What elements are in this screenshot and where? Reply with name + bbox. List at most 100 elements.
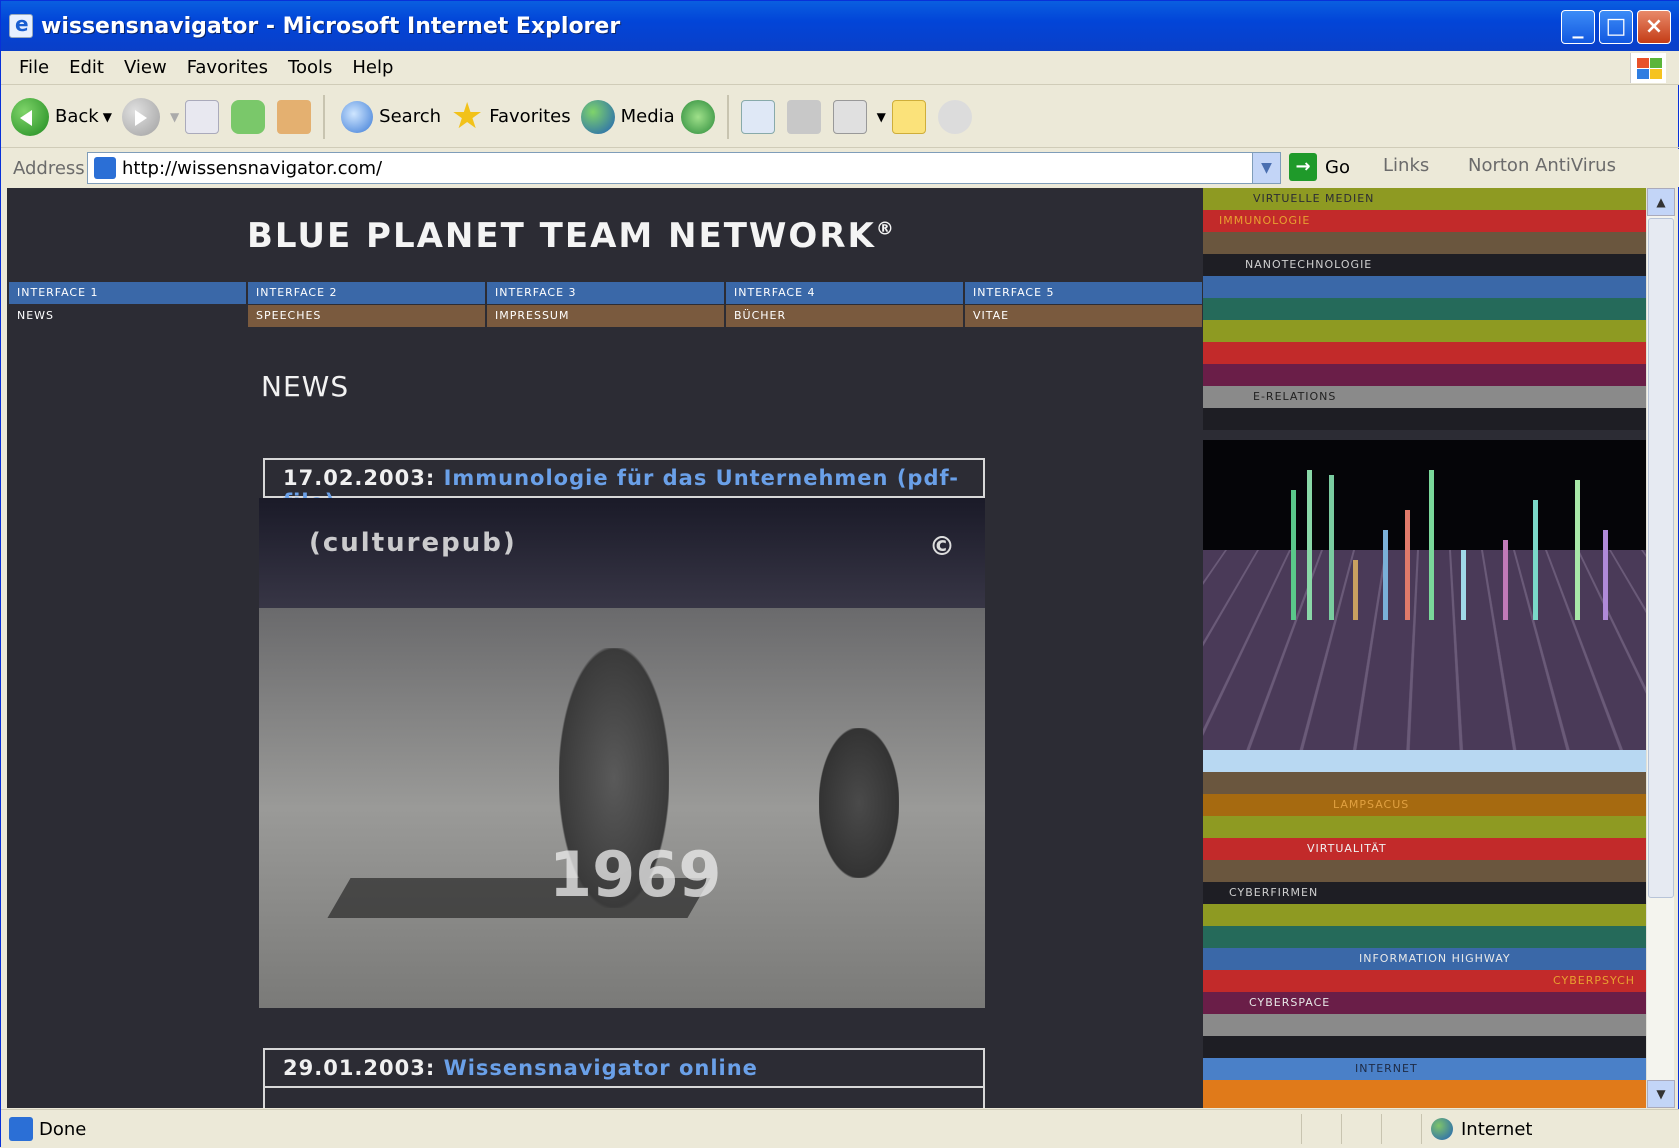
messenger-icon[interactable]	[937, 99, 972, 134]
status-divider	[1381, 1114, 1382, 1144]
video-sky	[259, 498, 985, 618]
nav-interface-4[interactable]: INTERFACE 4	[726, 282, 965, 304]
scroll-up-icon[interactable]: ▲	[1647, 188, 1675, 216]
visual-bar	[1603, 530, 1608, 620]
security-zone: Internet	[1431, 1118, 1532, 1140]
nav-speeches[interactable]: SPEECHES	[248, 305, 487, 327]
toolbar: Back ▼ ▼ Search ★ Favorites Media ▼	[1, 86, 1679, 148]
toolbar-separator	[323, 94, 326, 139]
color-band	[1203, 364, 1646, 386]
media-button[interactable]: Media	[580, 93, 675, 141]
favorites-button[interactable]: ★ Favorites	[451, 93, 571, 141]
visual-bar	[1533, 500, 1538, 620]
visual-bar	[1291, 490, 1296, 620]
topic-lampsacus[interactable]: LAMPSACUS	[1203, 794, 1646, 816]
topic-immunologie[interactable]: IMMUNOLOGIE	[1203, 210, 1646, 232]
address-url[interactable]: http://wissensnavigator.com/	[122, 158, 382, 179]
back-button[interactable]: Back ▼	[11, 93, 112, 141]
edit-icon[interactable]	[832, 99, 867, 134]
registered-mark: ®	[875, 218, 896, 240]
page-content: BLUE PLANET TEAM NETWORK® INTERFACE 1 IN…	[7, 188, 1646, 1108]
notes-icon[interactable]	[891, 99, 926, 134]
menu-edit[interactable]: Edit	[69, 57, 104, 78]
back-arrow-icon	[11, 97, 49, 136]
browser-window: wissensnavigator - Microsoft Internet Ex…	[0, 0, 1679, 1148]
menu-help[interactable]: Help	[352, 57, 393, 78]
scroll-down-icon[interactable]: ▼	[1647, 1080, 1675, 1108]
color-band	[1203, 926, 1646, 948]
zone-label: Internet	[1461, 1118, 1533, 1140]
status-divider	[1341, 1114, 1342, 1144]
forward-dropdown-icon[interactable]: ▼	[170, 110, 179, 124]
vertical-scrollbar[interactable]: ▲ ▼	[1646, 188, 1675, 1108]
status-divider	[1301, 1114, 1302, 1144]
minimize-button[interactable]: _	[1561, 10, 1595, 44]
visual-bar	[1353, 560, 1358, 620]
back-label: Back	[55, 106, 99, 127]
nav-interface-3[interactable]: INTERFACE 3	[487, 282, 726, 304]
color-band	[1203, 816, 1646, 838]
close-button[interactable]: ×	[1637, 10, 1671, 44]
page-icon	[94, 157, 116, 179]
news-link[interactable]: Wissensnavigator online	[444, 1056, 758, 1080]
nav-buecher[interactable]: BÜCHER	[726, 305, 965, 327]
links-button[interactable]: Links	[1383, 155, 1429, 176]
color-band	[1203, 904, 1646, 926]
scroll-thumb[interactable]	[1648, 218, 1674, 898]
nav-interface-2[interactable]: INTERFACE 2	[248, 282, 487, 304]
topic-e-relations[interactable]: E-RELATIONS	[1203, 386, 1646, 408]
nav-news[interactable]: NEWS	[9, 305, 248, 327]
maximize-button[interactable]: □	[1599, 10, 1633, 44]
visual-bar	[1405, 510, 1410, 620]
nav-vitae[interactable]: VITAE	[965, 305, 1204, 327]
topic-cyberfirmen[interactable]: CYBERFIRMEN	[1203, 882, 1646, 904]
topic-internet[interactable]: INTERNET	[1203, 1058, 1646, 1080]
topic-information-highway[interactable]: INFORMATION HIGHWAY	[1203, 948, 1646, 970]
nav-interfaces: INTERFACE 1 INTERFACE 2 INTERFACE 3 INTE…	[9, 282, 1205, 304]
visual-bar	[1329, 475, 1334, 620]
nav-interface-1[interactable]: INTERFACE 1	[9, 282, 248, 304]
nav-impressum[interactable]: IMPRESSUM	[487, 305, 726, 327]
search-button[interactable]: Search	[341, 93, 441, 141]
refresh-icon[interactable]	[231, 99, 266, 134]
topic-nanotechnologie[interactable]: NANOTECHNOLOGIE	[1203, 254, 1646, 276]
menu-bar: File Edit View Favorites Tools Help	[1, 51, 1679, 85]
video-year: 1969	[549, 838, 722, 911]
address-bar: Address http://wissensnavigator.com/ ▼ →…	[1, 149, 1679, 187]
go-button[interactable]: → Go	[1289, 153, 1350, 181]
close-icon: ×	[1644, 14, 1664, 39]
address-dropdown-icon[interactable]: ▼	[1252, 153, 1280, 183]
nav-interface-5[interactable]: INTERFACE 5	[965, 282, 1204, 304]
home-icon[interactable]	[277, 99, 312, 134]
news-item: 29.01.2003: Wissensnavigator online	[263, 1048, 985, 1088]
stop-icon[interactable]	[185, 99, 220, 134]
norton-antivirus-button[interactable]: Norton AntiVirus	[1468, 155, 1616, 176]
video-watermark: ©	[929, 532, 955, 562]
edit-dropdown-icon[interactable]: ▼	[877, 110, 886, 124]
topic-cyberpsych[interactable]: CYBERPSYCH	[1203, 970, 1646, 992]
maximize-icon: □	[1605, 14, 1627, 39]
title-bar: wissensnavigator - Microsoft Internet Ex…	[1, 1, 1679, 51]
page-title: NEWS	[261, 370, 350, 403]
video-player[interactable]: (culturepub) © 1969	[259, 498, 985, 1008]
search-icon	[341, 100, 374, 133]
menu-favorites[interactable]: Favorites	[187, 57, 268, 78]
brand-text: BLUE PLANET TEAM NETWORK	[247, 216, 876, 256]
back-dropdown-icon[interactable]: ▼	[103, 110, 112, 124]
forward-button[interactable]: ▼	[121, 93, 179, 141]
address-input[interactable]: http://wissensnavigator.com/ ▼	[87, 152, 1281, 184]
topic-cyberspace[interactable]: CYBERSPACE	[1203, 992, 1646, 1014]
visual-bar	[1429, 470, 1434, 620]
history-icon[interactable]	[680, 99, 715, 134]
color-band	[1203, 320, 1646, 342]
go-label: Go	[1325, 156, 1350, 178]
mail-icon[interactable]	[740, 99, 775, 134]
menu-tools[interactable]: Tools	[288, 57, 332, 78]
color-band	[1203, 1014, 1646, 1036]
menu-file[interactable]: File	[19, 57, 49, 78]
topic-virtualitaet[interactable]: VIRTUALITÄT	[1203, 838, 1646, 860]
internet-globe-icon	[1431, 1118, 1453, 1140]
print-icon[interactable]	[786, 99, 821, 134]
topic-virtuelle-medien[interactable]: VIRTUELLE MEDIEN	[1203, 188, 1646, 210]
menu-view[interactable]: View	[124, 57, 167, 78]
